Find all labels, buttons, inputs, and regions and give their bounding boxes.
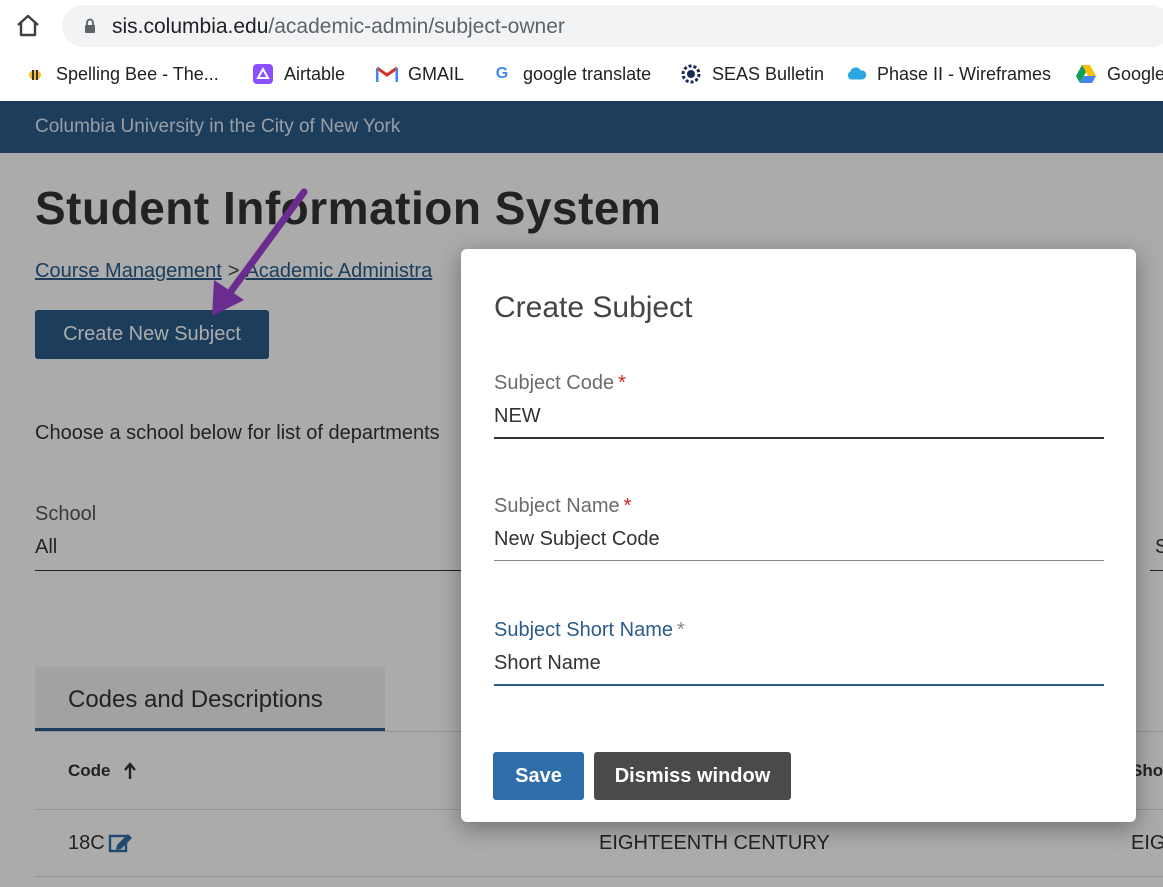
bookmark-gmail[interactable]: GMAIL [376,56,464,92]
required-marker: * [623,495,632,517]
annotation-arrow-icon [212,188,308,316]
required-marker: * [618,372,626,394]
bookmark-spelling-bee[interactable]: Spelling Bee - The... [24,56,219,92]
bookmark-label: google translate [523,63,652,84]
bookmark-google-drive[interactable]: Google [1075,56,1163,92]
bookmark-phase-ii[interactable]: Phase II - Wireframes [845,56,1051,92]
url-text: sis.columbia.edu/academic-admin/subject-… [112,15,565,39]
create-subject-dialog: Create Subject Subject Code * NEW Subject… [461,249,1136,822]
bookmark-airtable[interactable]: Airtable [252,56,345,92]
field-label-text: Subject Short Name [494,619,673,641]
field-label-text: Subject Code [494,372,615,394]
bookmark-label: Airtable [284,63,346,84]
subject-code-input[interactable]: NEW [494,405,541,428]
dialog-title: Create Subject [494,291,693,324]
bookmarks-bar: Spelling Bee - The... Airtable GMAIL G g… [0,56,1163,92]
drive-icon [1075,63,1097,85]
cloud-icon [845,63,867,85]
field-label: Subject Name * [494,495,631,518]
bookmark-label: SEAS Bulletin [712,63,825,84]
field-underline [494,560,1104,561]
gmail-icon [376,63,398,85]
google-icon: G [495,65,509,82]
bookmark-google-translate[interactable]: G google translate [491,56,651,92]
bee-icon [24,63,46,85]
bookmark-label: Google [1107,63,1163,84]
field-underline [494,684,1104,686]
dismiss-window-button[interactable]: Dismiss window [594,752,791,800]
lock-icon [85,18,95,33]
url-host: sis.columbia.edu [112,15,269,38]
field-underline [494,437,1104,439]
lion-icon [680,63,702,85]
airtable-icon [252,63,274,85]
subject-name-input[interactable]: New Subject Code [494,528,660,551]
bookmark-label: Spelling Bee - The... [56,63,219,84]
bookmark-label: Phase II - Wireframes [877,63,1052,84]
bookmark-label: GMAIL [408,63,465,84]
browser-chrome: sis.columbia.edu/academic-admin/subject-… [0,0,1163,101]
bookmark-seas-bulletin[interactable]: SEAS Bulletin [680,56,824,92]
address-bar[interactable]: sis.columbia.edu/academic-admin/subject-… [62,5,1163,47]
required-marker: * [676,619,685,641]
home-icon[interactable] [14,12,42,40]
field-label: Subject Code * [494,372,626,395]
subject-short-name-input[interactable]: Short Name [494,652,601,675]
field-label: Subject Short Name * [494,619,685,642]
field-label-text: Subject Name [494,495,620,517]
url-path: /academic-admin/subject-owner [268,15,565,38]
save-button[interactable]: Save [493,752,584,800]
